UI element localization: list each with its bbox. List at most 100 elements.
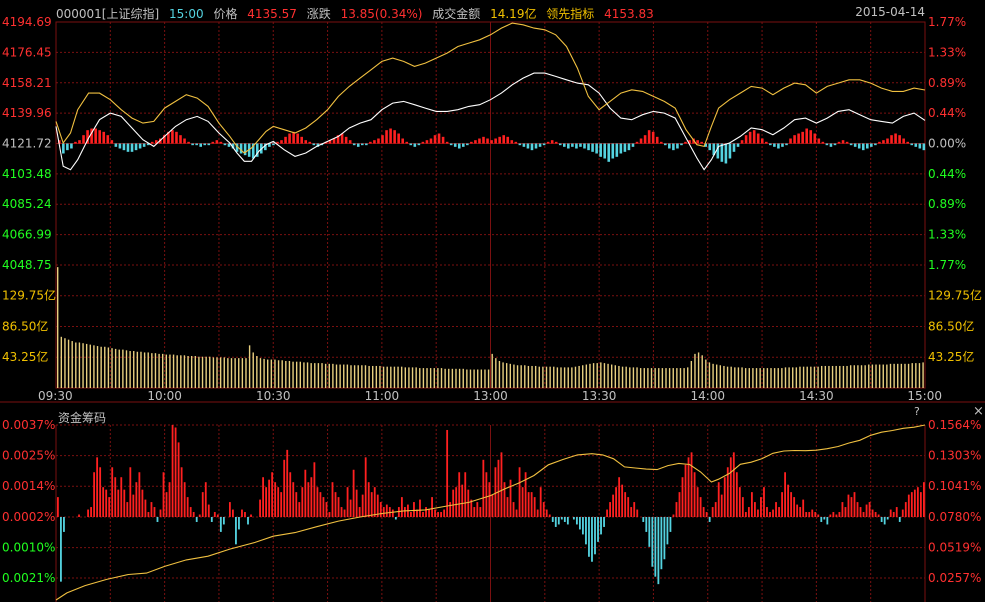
volume-bar xyxy=(556,367,559,388)
momentum-bar-down xyxy=(462,143,465,147)
momentum-bar-up xyxy=(381,135,384,144)
momentum-bar-down xyxy=(207,143,211,146)
fund-bar-down xyxy=(210,517,213,522)
volume-bar xyxy=(889,363,892,388)
volume-bar xyxy=(256,356,258,388)
volume-bar xyxy=(216,357,218,388)
fund-bar-up xyxy=(343,509,346,517)
volume-bar xyxy=(469,369,472,388)
fund-bar-down xyxy=(597,517,599,542)
help-icon[interactable]: ? xyxy=(914,405,920,418)
fund-bar-up xyxy=(425,507,427,517)
volume-bar xyxy=(85,343,88,388)
momentum-bar-up xyxy=(308,141,312,144)
fund-bar-up xyxy=(265,487,268,517)
fund-bar-down xyxy=(63,517,65,532)
momentum-bar-down xyxy=(720,143,724,162)
volume-axis-label: 43.25亿 xyxy=(928,349,974,364)
momentum-bar-up xyxy=(821,141,825,144)
momentum-bar-down xyxy=(781,143,784,147)
volume-bar xyxy=(477,369,479,388)
volume-bar xyxy=(223,357,225,388)
volume-bar xyxy=(343,364,345,388)
momentum-bar-down xyxy=(716,143,720,159)
momentum-bar-up xyxy=(348,140,352,144)
volume-bar xyxy=(498,360,501,388)
momentum-bar-up xyxy=(393,130,396,144)
fund-bar-up xyxy=(766,507,768,517)
volume-bar xyxy=(650,368,653,388)
time-axis-label: 13:30 xyxy=(582,389,617,403)
volume-bar xyxy=(513,364,515,388)
fund-bar-up xyxy=(805,512,808,517)
momentum-bar-up xyxy=(890,135,893,144)
fund-bar-up xyxy=(57,497,59,517)
momentum-bar-up xyxy=(506,136,510,144)
volume-bar xyxy=(133,351,135,388)
volume-bar xyxy=(654,368,656,388)
fund-bar-up xyxy=(171,425,174,517)
fund-bar-up xyxy=(799,507,802,517)
fund-bar-up xyxy=(618,477,621,517)
close-icon[interactable]: × xyxy=(973,404,984,419)
momentum-bar-up xyxy=(902,138,905,144)
volume-bar xyxy=(614,365,617,388)
fund-bar-down xyxy=(582,517,584,535)
momentum-bar-up xyxy=(898,135,901,144)
fund-bar-up xyxy=(126,502,129,517)
momentum-bar-down xyxy=(676,143,679,149)
volume-bar xyxy=(487,369,490,388)
volume-bar xyxy=(625,366,627,388)
volume-bar xyxy=(198,356,200,388)
fund-bar-up xyxy=(391,509,394,517)
chart-canvas[interactable]: 4194.69 4176.45 4158.21 4139.96 4121.72 4103.… xyxy=(0,0,985,602)
fund-bar-up xyxy=(693,472,696,517)
momentum-bar-down xyxy=(356,143,360,147)
fund-bar-up xyxy=(832,512,835,517)
fund-bar-up xyxy=(192,512,195,517)
lead-indicator-value: 4153.83 xyxy=(604,7,654,21)
volume-bar xyxy=(748,368,750,388)
volume-bar xyxy=(723,365,725,388)
momentum-bar-down xyxy=(583,143,586,149)
fund-bar-down xyxy=(394,517,397,520)
fund-bar-up xyxy=(772,509,774,517)
fund-bar-up xyxy=(729,457,732,517)
price-axis-label: 4085.24 xyxy=(2,197,52,211)
volume-bar xyxy=(252,352,254,388)
fund-chip-panel-title[interactable]: 资金筹码 xyxy=(58,409,106,426)
fund-bar-up xyxy=(506,497,509,517)
fund-bar-up xyxy=(714,502,717,517)
pct-axis-label: 1.33% xyxy=(928,228,966,242)
volume-bar xyxy=(328,363,330,388)
fund-bar-up xyxy=(207,504,210,517)
momentum-bar-up xyxy=(700,141,703,144)
fund-bar-up xyxy=(358,507,361,517)
fund-bar-up xyxy=(865,504,868,517)
fund-bar-up xyxy=(747,507,750,517)
fund-bar-up xyxy=(201,492,204,517)
volume-bar xyxy=(361,365,363,388)
fund-bar-up xyxy=(346,487,349,517)
fund-bar-up xyxy=(702,507,705,517)
price-axis-label: 4139.96 xyxy=(2,106,52,120)
security-code[interactable]: 000001[上证综指] xyxy=(56,7,159,21)
momentum-bar-down xyxy=(526,143,530,149)
momentum-bar-down xyxy=(866,143,869,149)
volume-bar xyxy=(458,368,461,388)
momentum-bar-up xyxy=(490,140,493,144)
fund-bar-up xyxy=(434,509,436,517)
fund-bar-up xyxy=(895,507,898,517)
volume-bar xyxy=(448,368,450,388)
volume-bar xyxy=(426,368,428,388)
volume-bar xyxy=(563,367,566,388)
fund-bar-up xyxy=(817,514,820,517)
fund-bar-down xyxy=(566,517,569,525)
momentum-bar-down xyxy=(615,143,619,157)
fund-pct-axis-label: 0.1303% xyxy=(928,449,981,463)
fund-bar-up xyxy=(612,494,615,517)
momentum-bar-up xyxy=(292,131,295,144)
momentum-bar-up xyxy=(643,135,647,144)
volume-bar xyxy=(820,365,823,388)
volume-bar xyxy=(697,352,700,388)
